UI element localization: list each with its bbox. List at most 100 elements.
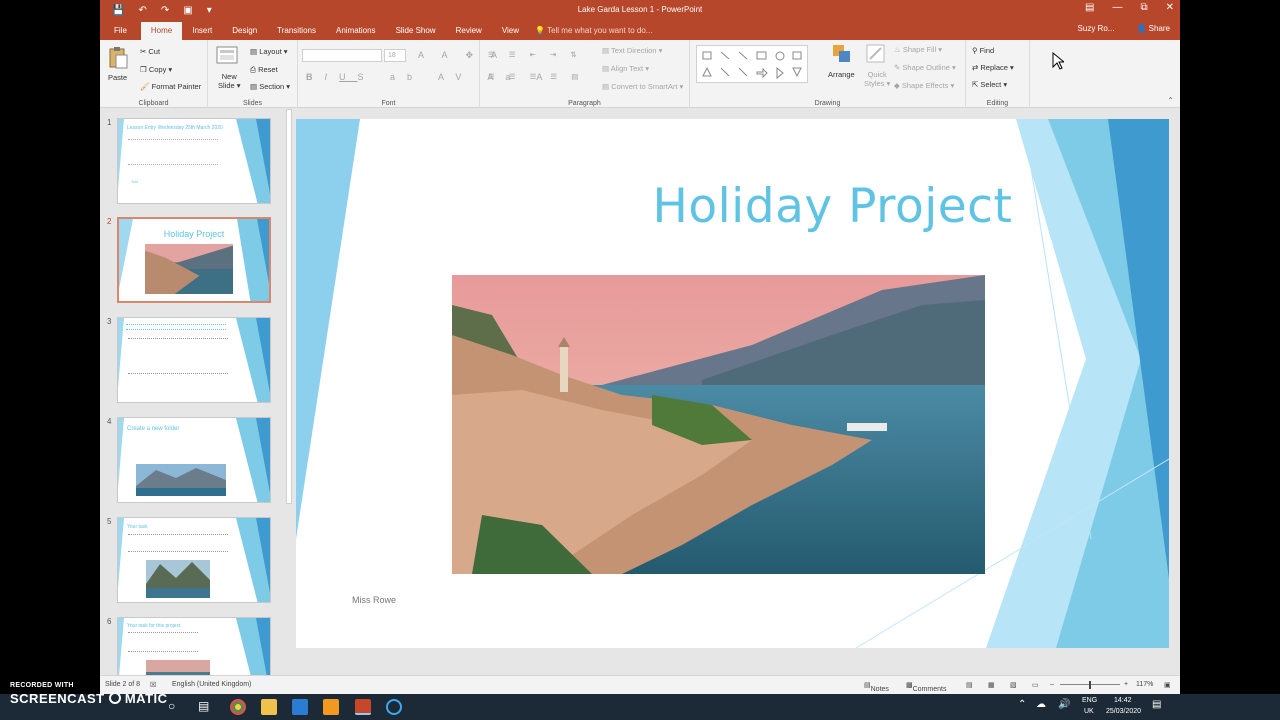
font-size-box[interactable]: 18 <box>384 49 406 62</box>
paste-icon[interactable] <box>108 46 128 73</box>
slideshow-view-icon[interactable]: ▭ <box>1032 681 1039 689</box>
slide-sorter-icon[interactable]: ▦ <box>988 681 995 689</box>
arrange-icon[interactable] <box>832 44 852 67</box>
slide-thumbnail-6[interactable]: Your task for this project <box>117 617 271 675</box>
cortana-icon[interactable]: ○ <box>168 699 184 715</box>
clock-date[interactable]: 25/03/2020 <box>1106 708 1141 715</box>
alignment-buttons[interactable]: ☰ ☰ ☰ ☰ ▤ <box>488 72 584 81</box>
scrollbar-thumb[interactable] <box>286 109 292 504</box>
slide-thumbnail-5[interactable]: Your task <box>117 517 271 603</box>
notes-button[interactable]: ▤ Notes <box>864 681 889 693</box>
task-view-icon[interactable]: ▤ <box>198 699 214 715</box>
thumb-number: 2 <box>107 217 112 226</box>
share-button[interactable]: 👤 Share <box>1136 24 1170 33</box>
minimize-icon[interactable]: — <box>1112 2 1122 13</box>
slide-thumbnail-3[interactable] <box>117 317 271 403</box>
shape-effects-button[interactable]: ◆ Shape Effects ▾ <box>894 81 954 90</box>
zoom-slider-thumb[interactable] <box>1089 681 1091 689</box>
input-region[interactable]: UK <box>1084 708 1094 715</box>
thumb-body-lines <box>128 338 228 374</box>
shapes-gallery[interactable] <box>696 45 808 83</box>
quick-styles-button[interactable]: Quick Styles ▾ <box>864 70 890 88</box>
watermark-line-2: SCREENCAST <box>10 691 105 706</box>
tab-transitions[interactable]: Transitions <box>267 22 326 40</box>
shape-fill-button[interactable]: ♨ Shape Fill ▾ <box>894 45 942 54</box>
thumbnails-scrollbar[interactable] <box>285 109 293 675</box>
new-slide-icon[interactable] <box>216 46 238 69</box>
powerpoint-taskbar-icon[interactable] <box>355 699 371 715</box>
tab-view[interactable]: View <box>492 22 529 40</box>
network-icon[interactable]: ☁ <box>1036 699 1052 715</box>
section-button[interactable]: ▤ Section ▾ <box>250 82 290 91</box>
tab-file[interactable]: File <box>100 22 141 40</box>
font-name-box[interactable] <box>302 49 382 62</box>
current-slide[interactable]: Holiday Project Miss Rowe <box>296 119 1169 648</box>
smartart-icon: ▤ <box>602 82 610 91</box>
zoom-in-icon[interactable]: + <box>1124 681 1128 688</box>
mail-icon[interactable] <box>292 699 308 715</box>
lake-garda-photo[interactable] <box>452 275 985 574</box>
text-direction-button[interactable]: ▤ Text Direction ▾ <box>602 46 662 55</box>
shapes-gallery-icons <box>702 51 802 80</box>
arrange-button[interactable]: Arrange <box>828 70 855 79</box>
chrome-icon[interactable] <box>230 699 246 715</box>
restore-icon[interactable]: ⧉ <box>1140 2 1147 13</box>
screencast-o-matic-icon[interactable] <box>386 699 402 715</box>
fit-to-window-icon[interactable]: ▣ <box>1164 681 1171 689</box>
show-hidden-icons[interactable]: ⌃ <box>1018 699 1034 715</box>
tell-me-box[interactable]: 💡 Tell me what you want to do... <box>535 22 652 40</box>
reading-view-icon[interactable]: ▧ <box>1010 681 1017 689</box>
comments-button[interactable]: ▩ Comments <box>906 681 946 693</box>
volume-icon[interactable]: 🔊 <box>1058 699 1074 715</box>
user-name[interactable]: Suzy Ro... <box>1078 24 1115 33</box>
clock-time[interactable]: 14:42 <box>1114 697 1132 704</box>
window-title: Lake Garda Lesson 1 - PowerPoint <box>577 5 703 14</box>
replace-button[interactable]: ⇄ Replace ▾ <box>972 63 1014 72</box>
format-painter-button[interactable]: 🖌 Format Painter <box>140 82 201 91</box>
layout-label: Layout <box>259 47 282 56</box>
slide-subtitle[interactable]: Miss Rowe <box>352 595 396 605</box>
tab-slide-show[interactable]: Slide Show <box>386 22 446 40</box>
slide-thumbnail-4[interactable]: Create a new folder <box>117 417 271 503</box>
thumb-number: 3 <box>107 317 112 326</box>
sticky-notes-icon[interactable] <box>323 699 339 715</box>
input-language[interactable]: ENG <box>1082 697 1097 704</box>
shape-outline-button[interactable]: ✎ Shape Outline ▾ <box>894 63 956 72</box>
slide-title[interactable]: Holiday Project <box>496 179 1169 234</box>
new-slide-button[interactable]: New Slide ▾ <box>218 72 241 90</box>
align-text-button[interactable]: ▤ Align Text ▾ <box>602 64 649 73</box>
tab-review[interactable]: Review <box>446 22 492 40</box>
layout-button[interactable]: ▤ Layout ▾ <box>250 47 288 56</box>
tab-insert[interactable]: Insert <box>182 22 222 40</box>
list-indent-buttons[interactable]: ☰ ☰ ⇤ ⇥ ⇅ <box>488 50 583 59</box>
slide-thumbnail-2[interactable]: Holiday Project <box>117 217 271 303</box>
paste-button[interactable]: Paste <box>108 73 127 82</box>
file-explorer-icon[interactable] <box>261 699 277 715</box>
smartart-label: Convert to SmartArt <box>611 82 678 91</box>
copy-button[interactable]: ❐ Copy ▾ <box>140 65 172 74</box>
text-direction-icon: ▤ <box>602 46 610 55</box>
reset-button[interactable]: ⎙ Reset <box>250 65 278 75</box>
zoom-level[interactable]: 117% <box>1136 681 1153 688</box>
tab-home[interactable]: Home <box>140 22 183 40</box>
paragraph-group-label: Paragraph <box>568 100 601 107</box>
quick-styles-icon[interactable] <box>866 44 886 67</box>
tab-design[interactable]: Design <box>222 22 267 40</box>
slide-thumbnail-1[interactable]: Lesson Entry Wednesday 25th March 2020 T… <box>117 118 271 204</box>
find-button[interactable]: ⚲ Find <box>972 46 994 55</box>
smartart-button[interactable]: ▤ Convert to SmartArt ▾ <box>602 82 683 91</box>
select-button[interactable]: ⇱ Select ▾ <box>972 80 1007 89</box>
tab-animations[interactable]: Animations <box>326 22 386 40</box>
normal-view-icon[interactable]: ▤ <box>966 681 973 689</box>
cut-button[interactable]: ✂ Cut <box>140 47 160 56</box>
find-label: Find <box>979 46 995 55</box>
action-center-icon[interactable]: ▤ <box>1152 699 1168 715</box>
thumb-number: 4 <box>107 417 112 426</box>
zoom-out-icon[interactable]: – <box>1050 681 1054 688</box>
drawing-group-label: Drawing <box>814 100 841 107</box>
ribbon-display-options-icon[interactable]: ▤ <box>1085 2 1094 13</box>
close-icon[interactable]: ✕ <box>1166 2 1174 13</box>
language-indicator[interactable]: English (United Kingdom) <box>172 681 251 688</box>
collapse-ribbon-icon[interactable]: ⌃ <box>1167 96 1174 105</box>
format-painter-label: Format Painter <box>151 82 202 91</box>
